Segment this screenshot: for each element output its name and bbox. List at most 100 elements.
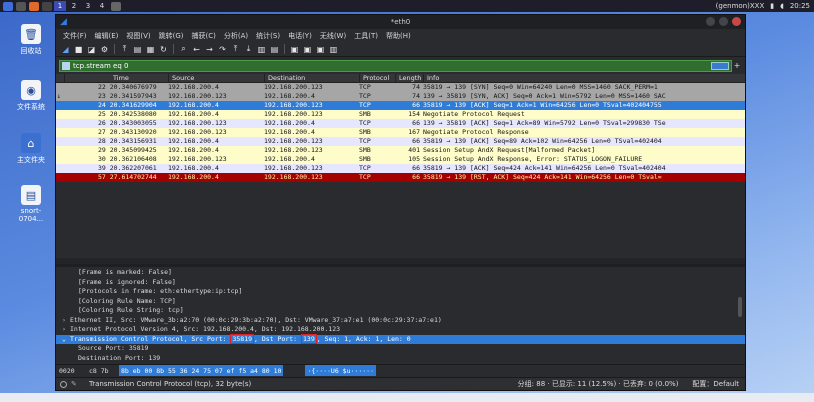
workspace-1[interactable]: 1 xyxy=(54,1,66,11)
desktop-icon-home[interactable]: ⌂ 主文件夹 xyxy=(14,133,48,165)
packet-row[interactable]: ↓ 23 20.341597943 192.168.200.123 192.168.2… xyxy=(56,92,745,101)
expert-info-icon[interactable] xyxy=(60,380,67,388)
terminal-icon[interactable] xyxy=(16,1,26,11)
col-header-time[interactable]: Time xyxy=(64,74,168,82)
firefox-icon[interactable] xyxy=(29,1,39,11)
packet-row[interactable]: 25 20.342538080 192.168.200.4 192.168.200.… xyxy=(56,110,745,119)
normal-size-icon[interactable]: ▣ xyxy=(315,44,326,55)
col-header-protocol[interactable]: Protocol xyxy=(359,74,395,82)
detail-source-port[interactable]: Source Port: 35819 xyxy=(56,344,745,354)
detail-line[interactable]: [Protocols in frame: eth:ethertype:ip:tc… xyxy=(56,287,745,297)
col-header-length[interactable]: Length xyxy=(395,74,423,82)
menu-capture[interactable]: 捕获(C) xyxy=(188,31,220,41)
collapse-arrow-icon[interactable]: ⌄ xyxy=(62,335,70,345)
detail-line[interactable]: [Frame is marked: False] xyxy=(56,268,745,278)
menu-analyze[interactable]: 分析(A) xyxy=(220,31,252,41)
expand-arrow-icon[interactable]: › xyxy=(62,325,70,335)
workspace-3[interactable]: 3 xyxy=(82,1,94,11)
bookmark-icon[interactable] xyxy=(62,61,70,70)
detail-ethernet[interactable]: › Ethernet II, Src: VMware_3b:a2:70 (00:0… xyxy=(56,316,745,326)
comment-icon[interactable]: ✎ xyxy=(71,380,79,388)
packet-details: [Frame is marked: False] [Frame is ignor… xyxy=(56,267,745,364)
display-filter-input[interactable]: tcp.stream eq 0 xyxy=(59,59,732,72)
desktop-icon-document[interactable]: ▤ snort-0704... xyxy=(14,185,48,223)
packet-destination: 192.168.200.4 xyxy=(264,92,315,100)
first-packet-icon[interactable]: ⤒ xyxy=(230,44,241,55)
resize-columns-icon[interactable]: ▥ xyxy=(328,44,339,55)
reload-icon[interactable]: ↻ xyxy=(158,44,169,55)
expand-arrow-icon[interactable]: › xyxy=(62,316,70,326)
apply-filter-button[interactable] xyxy=(711,61,729,70)
packet-row[interactable]: 30 20.362106408 192.168.200.123 192.168.20… xyxy=(56,155,745,164)
detail-ip-text: Internet Protocol Version 4, Src: 192.16… xyxy=(70,325,341,333)
menu-go[interactable]: 跳转(G) xyxy=(155,31,188,41)
go-forward-icon[interactable]: → xyxy=(204,44,215,55)
taskbar-app-icon[interactable] xyxy=(42,1,52,11)
close-button[interactable] xyxy=(732,17,741,26)
col-header-no[interactable] xyxy=(56,74,64,82)
detail-tcp[interactable]: ⌄ Transmission Control Protocol, Src Port… xyxy=(56,333,745,345)
user-label: (genmon)XXX xyxy=(715,2,765,10)
workspace-4[interactable]: 4 xyxy=(96,1,108,11)
packet-row[interactable]: 57 27.614702744 192.168.200.4 192.168.200.… xyxy=(56,173,745,182)
menu-statistics[interactable]: 统计(S) xyxy=(252,31,284,41)
details-scrollbar[interactable] xyxy=(738,297,742,317)
desktop-icon-filesystem[interactable]: ◉ 文件系统 xyxy=(14,80,48,112)
menu-file[interactable]: 文件(F) xyxy=(59,31,91,41)
packet-mark xyxy=(56,128,64,137)
colorize-icon[interactable]: ▤ xyxy=(269,44,280,55)
maximize-button[interactable] xyxy=(719,17,728,26)
start-capture-icon[interactable]: ◢ xyxy=(60,44,71,55)
zoom-in-icon[interactable]: ▣ xyxy=(289,44,300,55)
packet-row[interactable]: 28 20.343156931 192.168.200.4 192.168.200.… xyxy=(56,137,745,146)
packet-row[interactable]: 22 20.340676979 192.168.200.4 192.168.200.… xyxy=(56,83,745,92)
packet-row[interactable]: 26 20.343003055 192.168.200.123 192.168.20… xyxy=(56,119,745,128)
zoom-out-icon[interactable]: ▣ xyxy=(302,44,313,55)
packet-row[interactable]: 29 20.345099425 192.168.200.4 192.168.200.… xyxy=(56,146,745,155)
save-file-icon[interactable]: ▤ xyxy=(132,44,143,55)
packet-row[interactable]: 24 20.341629904 192.168.200.4 192.168.200.… xyxy=(56,101,745,110)
hex-pre-bytes[interactable]: c8 7b xyxy=(89,365,119,376)
close-file-icon[interactable]: ▦ xyxy=(145,44,156,55)
detail-line[interactable]: [Frame is ignored: False] xyxy=(56,278,745,288)
show-desktop-icon[interactable] xyxy=(111,1,121,11)
col-header-destination[interactable]: Destination xyxy=(264,74,359,82)
go-to-packet-icon[interactable]: ↷ xyxy=(217,44,228,55)
go-back-icon[interactable]: ← xyxy=(191,44,202,55)
add-filter-button[interactable]: + xyxy=(732,61,742,70)
col-header-info[interactable]: Info xyxy=(423,74,745,82)
detail-line[interactable]: [Coloring Rule String: tcp] xyxy=(56,306,745,316)
packet-row[interactable]: 39 20.362207061 192.168.200.4 192.168.200.… xyxy=(56,164,745,173)
packet-row[interactable]: 27 20.343130920 192.168.200.123 192.168.20… xyxy=(56,128,745,137)
packet-list-scrollbar[interactable] xyxy=(56,258,745,264)
capture-options-icon[interactable]: ⚙ xyxy=(99,44,110,55)
hex-selected-bytes[interactable]: 8b eb 00 8b 55 36 24 75 07 ef f5 a4 80 1… xyxy=(119,365,284,376)
find-packet-icon[interactable]: ⌕ xyxy=(178,44,189,55)
stop-capture-icon[interactable]: ■ xyxy=(73,44,84,55)
app-menu-icon[interactable] xyxy=(3,1,13,11)
open-file-icon[interactable]: ⤒ xyxy=(119,44,130,55)
packet-protocol: SMB xyxy=(359,146,371,154)
restart-capture-icon[interactable]: ◪ xyxy=(86,44,97,55)
autoscroll-icon[interactable]: ▥ xyxy=(256,44,267,55)
minimize-button[interactable] xyxy=(706,17,715,26)
packet-length: 74 xyxy=(412,92,420,100)
hex-ascii[interactable]: ·{····U6 $u······ xyxy=(305,365,376,376)
menu-tools[interactable]: 工具(T) xyxy=(350,31,382,41)
status-profile[interactable]: 配置：Default xyxy=(692,379,739,389)
disk-icon: ◉ xyxy=(21,80,41,100)
window-titlebar[interactable]: ◢ *eth0 xyxy=(56,15,745,29)
desktop-icon-trash[interactable]: 🗑 回收站 xyxy=(14,24,48,56)
menu-view[interactable]: 视图(V) xyxy=(122,31,154,41)
workspace-2[interactable]: 2 xyxy=(68,1,80,11)
detail-line[interactable]: [Coloring Rule Name: TCP] xyxy=(56,297,745,307)
menu-edit[interactable]: 编辑(E) xyxy=(91,31,123,41)
menu-telephony[interactable]: 电话(Y) xyxy=(284,31,316,41)
menu-help[interactable]: 帮助(H) xyxy=(382,31,415,41)
detail-ip[interactable]: › Internet Protocol Version 4, Src: 192.1… xyxy=(56,325,745,335)
menu-wireless[interactable]: 无线(W) xyxy=(316,31,350,41)
last-packet-icon[interactable]: ⤓ xyxy=(243,44,254,55)
col-header-source[interactable]: Source xyxy=(168,74,264,82)
detail-destination-port[interactable]: Destination Port: 139 xyxy=(56,354,745,364)
volume-icon[interactable]: ◖ xyxy=(780,2,784,10)
